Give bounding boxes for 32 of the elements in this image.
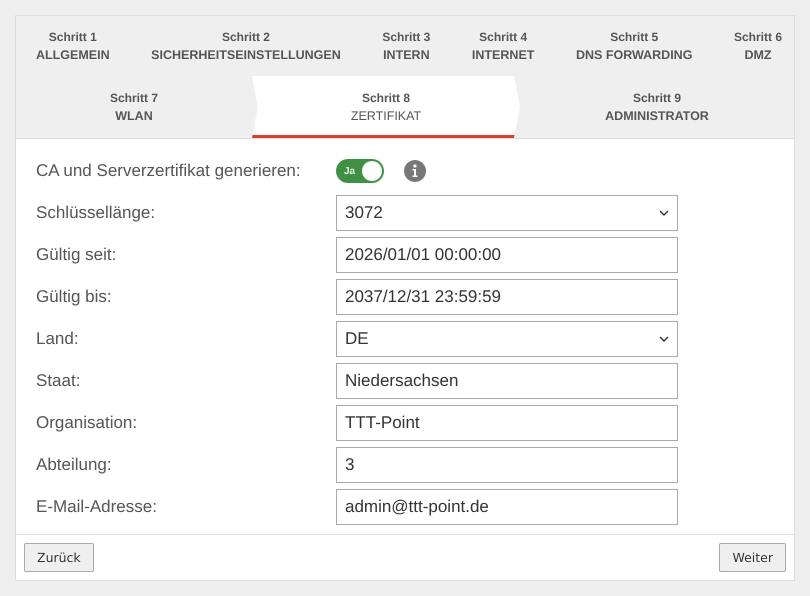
step-tab[interactable]: Schritt 5 DNS FORWARDING (576, 16, 692, 76)
next-button[interactable]: Weiter (719, 543, 786, 572)
step-tab[interactable]: Schritt 8 ZERTIFIKAT (252, 76, 520, 138)
field-label: Schlüssellänge: (36, 203, 156, 223)
field-label: Staat: (36, 371, 82, 391)
input-field[interactable]: 2037/12/31 23:59:59 (336, 279, 678, 315)
toggle-switch[interactable]: Ja (336, 159, 384, 183)
back-button[interactable]: Zurück (24, 543, 94, 572)
field-label: Abteilung: (36, 455, 113, 475)
select-field[interactable]: 3072 (336, 195, 678, 231)
step-tab[interactable]: Schritt 4 INTERNET (472, 16, 534, 76)
field-label: Land: (36, 329, 80, 349)
info-icon[interactable] (404, 160, 426, 182)
input-field[interactable]: admin@ttt-point.de (336, 489, 678, 525)
field-label: E-Mail-Adresse: (36, 497, 158, 517)
input-field[interactable]: Niedersachsen (336, 363, 678, 399)
field-label: Gültig bis: (36, 287, 113, 307)
step-tab[interactable]: Schritt 3 INTERN (382, 16, 430, 76)
step-tab[interactable]: Schritt 9 ADMINISTRATOR (520, 76, 794, 138)
step-tab[interactable]: Schritt 1 ALLGEMEIN (36, 16, 110, 76)
caret-icon (659, 210, 669, 216)
field-label: Gültig seit: (36, 245, 118, 265)
input-field[interactable]: 2026/01/01 00:00:00 (336, 237, 678, 273)
input-field[interactable]: 3 (336, 447, 678, 483)
step-tab[interactable]: Schritt 2 SICHERHEITSEINSTELLUNGEN (151, 16, 341, 76)
step-tab[interactable]: Schritt 6 DMZ (734, 16, 782, 76)
field-label: CA und Serverzertifikat generieren: (36, 161, 302, 181)
input-field[interactable]: TTT-Point (336, 405, 678, 441)
caret-icon (659, 336, 669, 342)
step-tab[interactable]: Schritt 7 WLAN (16, 76, 252, 138)
select-field[interactable]: DE (336, 321, 678, 357)
field-label: Organisation: (36, 413, 138, 433)
